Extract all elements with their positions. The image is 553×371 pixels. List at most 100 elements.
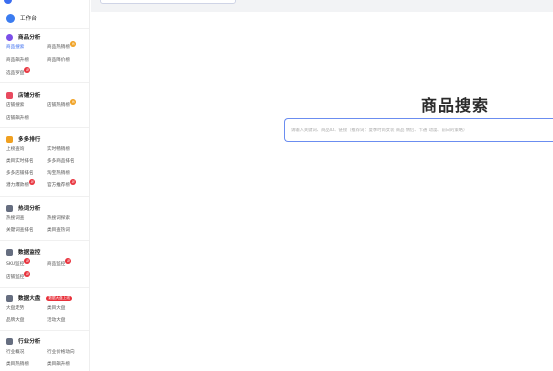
divider (0, 127, 89, 128)
section-header[interactable]: 店铺分析 (6, 90, 40, 100)
item-label: 店铺监控 (6, 275, 25, 280)
new-badge: 新 (69, 179, 76, 185)
item-label: 实时畅销榜 (47, 147, 70, 152)
main-content: 商品搜索 (91, 12, 553, 371)
item-label: 潜力爆款榜 (6, 183, 29, 188)
search-box[interactable] (284, 118, 553, 142)
item-label: 类目实时排名 (6, 159, 34, 164)
launch-badge: 数据大盘上线 (46, 295, 72, 301)
sidebar-item-hotword-explore[interactable]: 热搜词探索 (47, 216, 70, 222)
item-label: 选品罗盘 (6, 71, 25, 76)
item-label: SKU监控 (6, 262, 25, 267)
sidebar-item-keyword-rank[interactable]: 关键词查排名 (6, 228, 34, 234)
new-badge: 新 (24, 271, 31, 277)
sidebar-item-shop-hot[interactable]: 店铺热销榜热 (47, 99, 76, 109)
sidebar-item-brand-market[interactable]: 品牌大盘 (6, 318, 24, 324)
sidebar-item-shop-monitor[interactable]: 店铺监控新 (6, 271, 31, 281)
new-badge: 新 (65, 258, 72, 264)
sidebar-top (0, 0, 89, 4)
sidebar-item-product-search[interactable]: 商品搜索 (6, 45, 24, 51)
section-title: 数据监控 (18, 250, 41, 256)
sidebar-item-activity-market[interactable]: 活动大盘 (47, 318, 65, 324)
item-label: 行业价格动向 (47, 350, 75, 355)
item-label: 淘宝热销榜 (47, 171, 70, 176)
sidebar-item-product-compass[interactable]: 选品罗盘新 (6, 67, 31, 77)
sidebar-item-market-trend[interactable]: 大盘走势 (6, 306, 24, 312)
logo-dot (4, 0, 12, 4)
item-label: 类目飙升榜 (47, 362, 70, 367)
divider (0, 28, 89, 29)
sidebar-item-product-monitor[interactable]: 商品监控新 (47, 258, 72, 268)
sidebar-item-industry-overview[interactable]: 行业概况 (6, 350, 24, 356)
new-badge: 新 (24, 67, 31, 73)
page-title: 商品搜索 (421, 96, 490, 115)
divider (0, 330, 89, 331)
sidebar-item-category-rising[interactable]: 类目飙升榜 (47, 362, 70, 368)
hot-badge: 热 (69, 99, 76, 105)
divider (0, 196, 89, 197)
section-header[interactable]: 多多排行 (6, 134, 40, 144)
hot-badge: 热 (69, 41, 76, 47)
market-icon (6, 294, 13, 302)
section-title: 热词分析 (18, 206, 41, 212)
item-label: 官方推荐榜 (47, 183, 70, 188)
sidebar-item-workbench[interactable]: 工作台 (6, 11, 37, 25)
item-label: 商品降价榜 (47, 58, 70, 63)
sidebar-item-sku-monitor[interactable]: SKU监控新 (6, 258, 31, 268)
item-label: 上榜查询 (6, 147, 25, 152)
sidebar-item-category-hotword[interactable]: 类目查热词 (47, 228, 70, 234)
sidebar-item-product-price-drop[interactable]: 商品降价榜 (47, 58, 70, 64)
item-label: 行业概况 (6, 350, 25, 355)
item-label: 多多商品排名 (47, 159, 75, 164)
section-header[interactable]: 商品分析 (6, 32, 40, 42)
item-label: 热搜词查 (6, 216, 25, 221)
item-label: 类目大盘 (47, 306, 66, 311)
section-header[interactable]: 数据监控 (6, 247, 40, 257)
section-title: 多多排行 (18, 137, 41, 143)
dashboard-icon (6, 13, 15, 23)
sidebar-item-potential-hits[interactable]: 潜力爆款榜新 (6, 179, 35, 189)
item-label: 店铺热销榜 (47, 103, 70, 108)
sidebar-item-shop-search[interactable]: 店铺搜索 (6, 103, 24, 109)
section-header[interactable]: 行业分析 (6, 336, 40, 346)
search-input[interactable] (291, 127, 553, 133)
sidebar-item-category-rank[interactable]: 类目实时排名 (6, 159, 34, 165)
divider (0, 82, 89, 83)
item-label: 商品监控 (47, 262, 66, 267)
section-title: 数据大盘 (18, 296, 41, 302)
sidebar-item-realtime-bestseller[interactable]: 实时畅销榜 (47, 147, 70, 153)
sidebar-item-hotword-query[interactable]: 热搜词查 (6, 216, 24, 222)
sidebar-item-industry-price[interactable]: 行业价格动向 (47, 350, 75, 356)
item-label: 店铺搜索 (6, 103, 25, 108)
sidebar-item-rank-query[interactable]: 上榜查询 (6, 147, 24, 153)
sidebar-item-product-rising[interactable]: 商品飙升榜 (6, 58, 29, 64)
sidebar-item-official-picks[interactable]: 官方推荐榜新 (47, 179, 76, 189)
monitor-icon (6, 248, 13, 256)
top-bar (91, 0, 553, 12)
item-label: 活动大盘 (47, 318, 66, 323)
item-label: 商品搜索 (6, 45, 25, 50)
sidebar-item-category-hot[interactable]: 类目热销榜 (6, 362, 29, 368)
top-tab[interactable] (100, 0, 236, 4)
item-label: 关键词查排名 (6, 228, 34, 233)
sidebar-item-category-market[interactable]: 类目大盘 (47, 306, 65, 312)
section-header[interactable]: 数据大盘 数据大盘上线 (6, 293, 72, 303)
new-badge: 新 (28, 179, 35, 185)
workbench-label: 工作台 (20, 16, 37, 22)
shop-icon (6, 91, 13, 99)
sidebar-item-product-rank[interactable]: 多多商品排名 (47, 159, 75, 165)
divider (0, 287, 89, 288)
section-header[interactable]: 热词分析 (6, 203, 40, 213)
sidebar-item-product-hot[interactable]: 商品热销榜热 (47, 41, 76, 51)
item-label: 类目热销榜 (6, 362, 29, 367)
item-label: 大盘走势 (6, 306, 25, 311)
sidebar: 工作台 商品分析 商品搜索 商品热销榜热 商品飙升榜 商品降价榜 选品罗盘新 店… (0, 0, 90, 371)
industry-icon (6, 337, 13, 345)
trophy-icon (6, 135, 13, 143)
item-label: 商品飙升榜 (6, 58, 29, 63)
item-label: 多多店铺排名 (6, 171, 34, 176)
sidebar-item-shop-rank[interactable]: 多多店铺排名 (6, 171, 34, 177)
sidebar-item-shop-rising[interactable]: 店铺飙升榜 (6, 116, 29, 122)
item-label: 品牌大盘 (6, 318, 25, 323)
sidebar-item-taobao-hot[interactable]: 淘宝热销榜 (47, 171, 70, 177)
